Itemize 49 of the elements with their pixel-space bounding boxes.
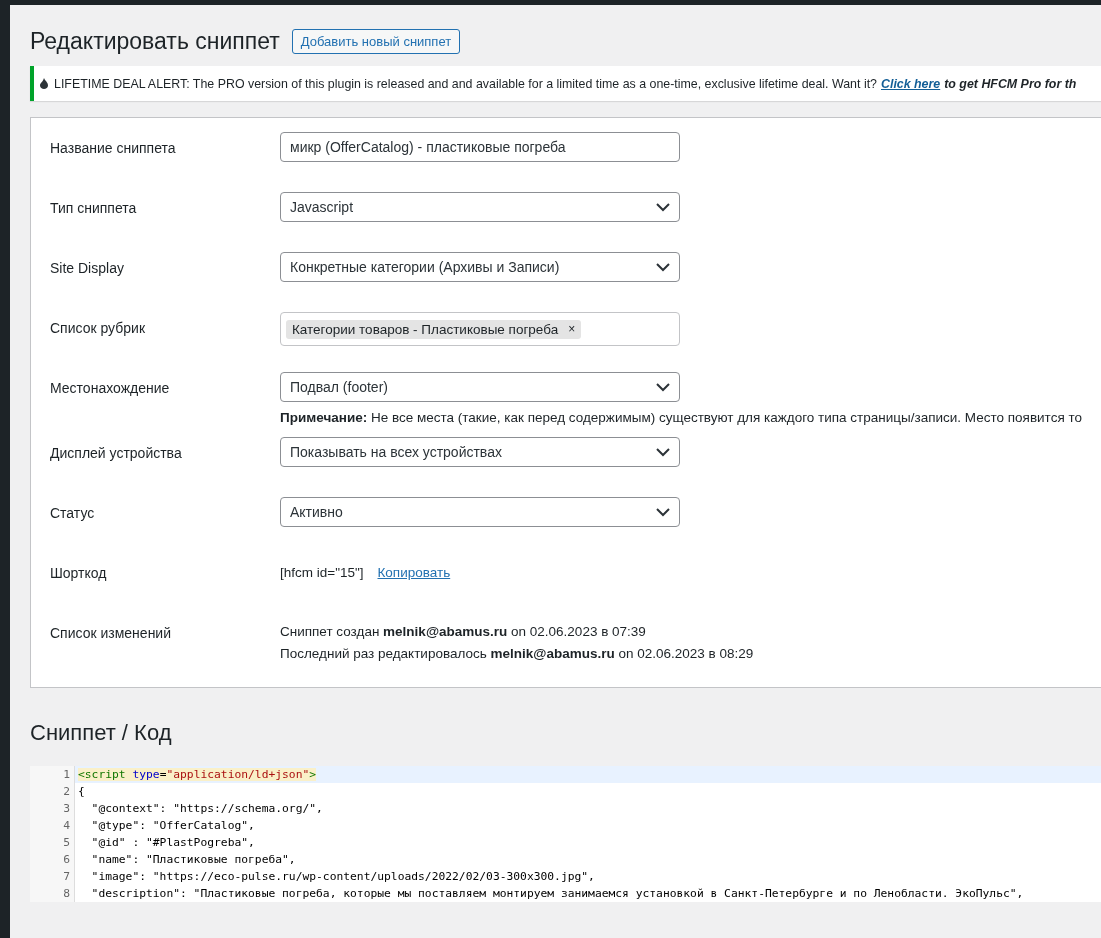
field-label: Site Display xyxy=(50,259,125,278)
field-label: Шорткод xyxy=(50,564,108,583)
select-field[interactable]: Активно xyxy=(280,497,680,527)
line-number: 3 xyxy=(30,800,75,817)
line-number: 2 xyxy=(30,783,75,800)
remove-tag-button[interactable]: × xyxy=(568,321,576,337)
code-line: "description": "Пластиковые погреба, которые мы поставляем монтируем занимаемся установкой в Санкт-Петербурге и по Ленобласти. ЭкоПульс", xyxy=(90,886,1025,902)
chevron-down-icon xyxy=(656,447,670,457)
field-label: Название сниппета xyxy=(50,139,177,158)
code-line: "@context": "https://schema.org/", xyxy=(90,801,324,817)
line-number: 4 xyxy=(30,817,75,834)
shortcode-text: [hfcm id="15"] xyxy=(280,565,364,580)
chevron-down-icon xyxy=(656,202,670,212)
code-line: "name": "Пластиковые погреба", xyxy=(90,852,297,868)
copy-link[interactable]: Копировать xyxy=(377,565,451,580)
code-line: "image": "https://eco-pulse.ru/wp-content/uploads/2022/02/03-300x300.jpg", xyxy=(90,869,596,885)
section-title: Сниппет / Код xyxy=(30,720,173,746)
add-snippet-button[interactable]: Добавить новый сниппет xyxy=(291,28,461,54)
field-label: Тип сниппета xyxy=(50,199,138,218)
line-number: 6 xyxy=(30,851,75,868)
chevron-down-icon xyxy=(656,382,670,392)
snippet-name-field[interactable]: микр (OfferCatalog) - пластиковые погреба xyxy=(280,132,680,162)
changelog-line: Сниппет создан melnik@abamus.ru on 02.06.2023 в 07:39 xyxy=(280,623,647,641)
code-line: "@type": "OfferCatalog", xyxy=(90,818,256,834)
tag-label: Категории товаров - Пластиковые погреба xyxy=(292,321,559,337)
select-field[interactable]: Javascript xyxy=(280,192,680,222)
changelog-line: Последний раз редактировалось melnik@abamus.ru on 02.06.2023 в 08:29 xyxy=(280,645,755,663)
code-line: { xyxy=(77,784,86,800)
select-field[interactable]: Конкретные категории (Архивы и Записи) xyxy=(280,252,680,282)
field-label: Местонахождение xyxy=(50,379,171,398)
code-line: "@id" : "#PlastPogreba", xyxy=(90,835,256,851)
field-label: Список изменений xyxy=(50,624,172,643)
notice-text: to get HFCM Pro for th xyxy=(944,76,1077,91)
chevron-down-icon xyxy=(656,262,670,272)
field-label: Дисплей устройства xyxy=(50,444,183,463)
line-number: 5 xyxy=(30,834,75,851)
line-number: 7 xyxy=(30,868,75,885)
tags-field[interactable]: Категории товаров - Пластиковые погреба × xyxy=(280,312,680,346)
line-number: 1 xyxy=(30,766,75,783)
note-text: Примечание: Не все места (такие, как перед содержимым) существуют для каждого типа страницы/записи. Место появится то xyxy=(280,410,1083,425)
select-field[interactable]: Подвал (footer) xyxy=(280,372,680,402)
line-number: 8 xyxy=(30,885,75,902)
field-label: Список рубрик xyxy=(50,319,146,338)
notice-text: LIFETIME DEAL ALERT: The PRO version of this plugin is released and and available for a limited time as a one-time, exclusive lifetime deal. Want it? xyxy=(54,76,877,91)
click-here-link[interactable]: Click here xyxy=(881,76,941,91)
select-field[interactable]: Показывать на всех устройствах xyxy=(280,437,680,467)
field-label: Статус xyxy=(50,504,96,523)
page-title: Редактировать сниппет xyxy=(30,27,280,55)
chevron-down-icon xyxy=(656,507,670,517)
